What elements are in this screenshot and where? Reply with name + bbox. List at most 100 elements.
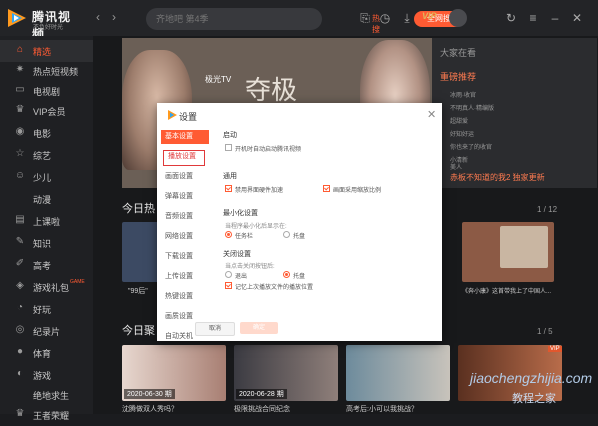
close-exit-radio[interactable] [225,271,232,278]
vip-badge: VIP [548,346,562,352]
settings-nav-upload[interactable]: 上传设置 [161,270,209,284]
section-title: 今日聚 [122,325,155,337]
sidebar-item-featured[interactable]: ⌂ 精选 [0,40,93,62]
settings-nav-audio[interactable]: 音频设置 [161,210,209,224]
sidebar-item-label: 绝地求生 [33,391,70,401]
app-slogan: 不负好时光 [33,25,64,31]
video-caption[interactable]: "99后" [128,286,148,296]
sidebar-item-label: 精选 [33,47,52,57]
minimize-taskbar-radio[interactable] [225,231,232,238]
settings-nav-picture[interactable]: 画面设置 [161,170,209,184]
banner-title: 夺极 [245,76,298,106]
download-icon[interactable]: ⤓ [400,11,414,25]
video-thumb-detail [500,226,548,268]
minimize-tray-radio[interactable] [283,231,290,238]
settings-nav-basic[interactable]: 基本设置 [161,130,209,144]
video-caption[interactable]: 极限挑战合同纪念 [234,404,290,414]
recommend-item[interactable]: 冰雨·收官 [450,90,476,99]
video-caption[interactable]: 沈腾做双人秀吗？ [122,404,178,414]
settings-nav-hotkey[interactable]: 热键设置 [161,290,209,304]
hw-accel-checkbox[interactable] [225,185,232,192]
sidebar-item-gaokao[interactable]: ✐ 高考 [0,254,93,276]
top-bar: 腾讯视频 不负好时光 ‹ › 热搜榜 全网搜 ⎘ ◷ ⤓ VIP ↻ ≡ – ✕ [0,0,598,45]
minimize-icon[interactable]: – [548,11,562,25]
recommend-tag[interactable]: 赤板不知道的我2 独家更新 [450,172,545,183]
star-icon: ☆ [15,148,25,159]
sidebar-item-anime[interactable]: 动漫 [0,188,93,210]
sidebar-item-label: 王者荣耀 [33,411,70,421]
sidebar-item-kids[interactable]: ☺ 少儿 [0,166,93,188]
video-caption[interactable]: 高考后:小可以我挑战？ [346,404,418,414]
sidebar-item-knowledge[interactable]: ✎ 知识 [0,232,93,254]
sidebar-item-honor[interactable]: ♛ 王者荣耀 [0,404,93,426]
sidebar-item-sports[interactable]: ● 体育 [0,342,93,364]
ok-button[interactable]: 确定 [240,322,278,334]
sidebar-item-label: 体育 [33,349,52,359]
recommend-item[interactable]: 美人 [450,162,462,171]
recommend-item[interactable]: 不明真人·精编版 [450,103,494,112]
sidebar-item-hot-short[interactable]: ✷ 热点短视频 [0,60,93,82]
video-caption[interactable]: 《奔小康》这首带我上了中国人... [462,286,551,295]
sidebar-item-class[interactable]: ▤ 上课啦 [0,210,93,232]
recommend-item[interactable]: 超甜爱 [450,116,468,125]
tencent-video-logo-icon [8,9,26,27]
sidebar-item-tv[interactable]: ▭ 电视剧 [0,80,93,102]
remember-position-checkbox[interactable] [225,282,232,289]
section-pager[interactable]: 1 / 12 [537,205,557,214]
avatar[interactable] [449,9,467,27]
sidebar-item-documentary[interactable]: ◎ 纪录片 [0,320,93,342]
bulb-icon: ✎ [15,236,25,247]
sidebar-item-vip[interactable]: ♛ VIP会员 [0,100,93,122]
history-icon[interactable]: ◷ [378,11,392,25]
section-pager[interactable]: 1 / 5 [537,327,553,336]
close-icon[interactable]: ✕ [570,11,584,25]
sidebar-item-label: 游戏 [33,371,52,381]
vip-icon[interactable]: VIP [422,11,437,21]
close-tray-radio[interactable] [283,271,290,278]
video-thumb[interactable] [346,345,450,401]
sidebar-item-pubg[interactable]: 绝地求生 [0,384,93,406]
recommend-item[interactable]: 好知好运 [450,129,474,138]
search-input[interactable] [156,12,226,26]
sidebar-item-label: 电影 [33,129,52,139]
recommend-head[interactable]: 重磅推荐 [440,70,476,83]
menu-icon[interactable]: ≡ [526,11,540,25]
sidebar-item-games[interactable]: ◐ 游戏 [0,364,93,386]
option-label: 任务栏 [235,234,254,240]
startup-checkbox[interactable] [225,144,232,151]
sidebar-item-movie[interactable]: ◉ 电影 [0,122,93,144]
sidebar-item-fun[interactable]: ◔ 好玩 [0,298,93,320]
group-title: 启动 [223,132,237,139]
group-subtitle: 当点击关闭按钮后: [225,264,275,270]
option-label: 记忆上次播放文件的播放位置 [235,285,314,291]
sidebar-item-label: 游戏礼包 [33,283,70,293]
app-logo[interactable]: 腾讯视频 不负好时光 [6,6,82,41]
forward-icon[interactable]: › [112,10,116,24]
sidebar-item-label: 少儿 [33,173,52,183]
sidebar-item-label: 高考 [33,261,52,271]
settings-nav-play[interactable]: 播放设置 [163,150,205,166]
group-subtitle: 当程序最小化后显示在: [225,224,287,230]
settings-content: 启动 开机时自动启动腾讯视频 通用 禁用界面硬件加速 画面采用缩放比例 最小化设… [213,125,441,341]
close-icon[interactable]: ✕ [427,108,436,121]
watermark: 教程之家 [512,393,556,405]
sidebar-item-game-gift[interactable]: ◈ 游戏礼包 GAME [0,276,93,298]
gamepad-icon: ◐ [16,368,24,379]
settings-nav-danmaku[interactable]: 弹幕设置 [161,190,209,204]
back-icon[interactable]: ‹ [96,10,100,24]
tv-icon: ▭ [15,84,25,95]
option-label: 开机时自动启动腾讯视频 [235,147,302,153]
settings-nav-network[interactable]: 网络设置 [161,230,209,244]
cancel-button[interactable]: 取消 [195,322,235,336]
scale-checkbox[interactable] [323,185,330,192]
refresh-icon[interactable]: ↻ [504,11,518,25]
settings-nav-download[interactable]: 下载设置 [161,250,209,264]
upload-icon[interactable]: ⎘ [358,11,372,25]
option-label: 禁用界面硬件加速 [235,188,284,194]
crown-icon: ♛ [15,408,25,419]
flame-icon: ✷ [15,64,25,75]
sidebar-item-variety[interactable]: ☆ 综艺 [0,144,93,166]
recommend-title: 大家在看 [440,48,477,58]
search-box: 热搜榜 全网搜 [146,8,464,45]
recommend-item[interactable]: 你也来了的收官 [450,142,492,151]
